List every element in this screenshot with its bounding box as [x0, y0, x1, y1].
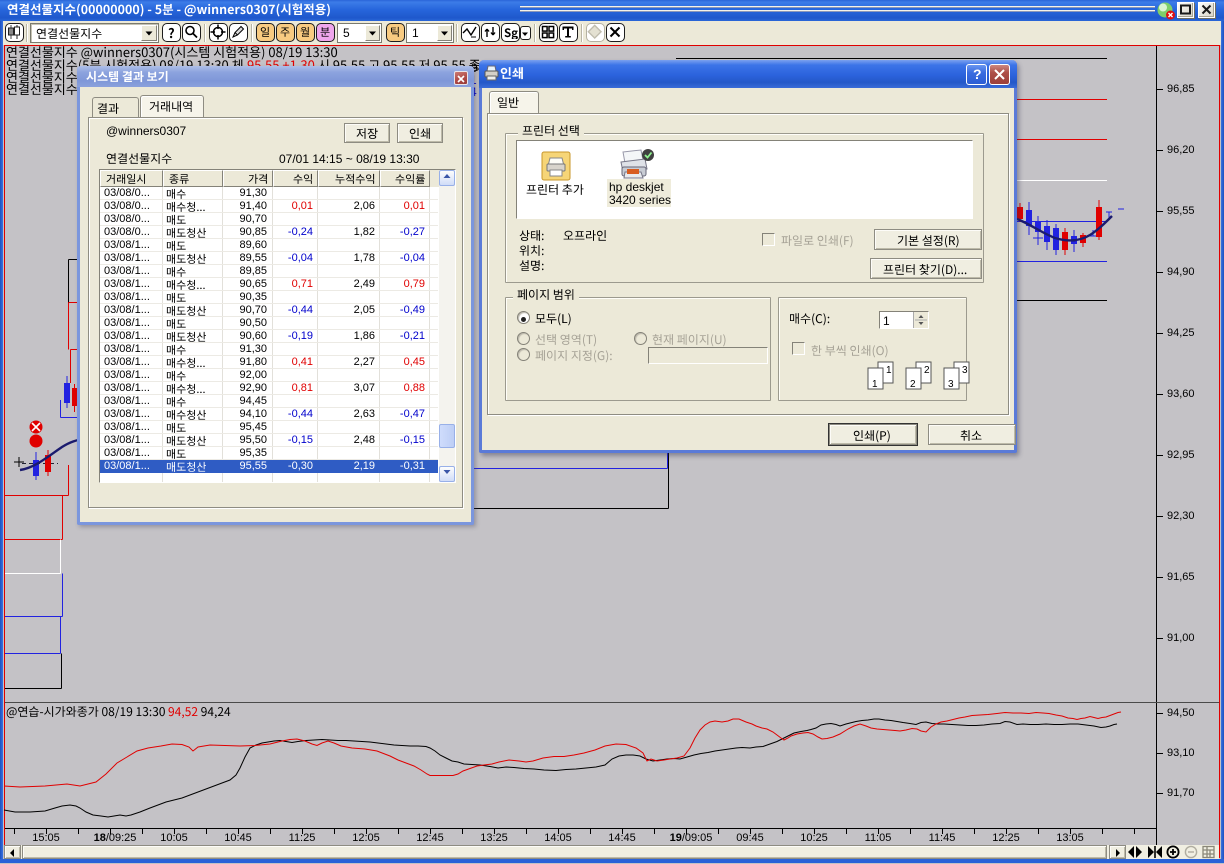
svg-text:2: 2 — [924, 365, 930, 376]
svg-text:2: 2 — [910, 379, 916, 390]
svg-text:3: 3 — [962, 365, 968, 376]
svg-text:3: 3 — [948, 379, 954, 390]
svg-text:1: 1 — [872, 379, 878, 390]
svg-text:1: 1 — [886, 365, 892, 376]
